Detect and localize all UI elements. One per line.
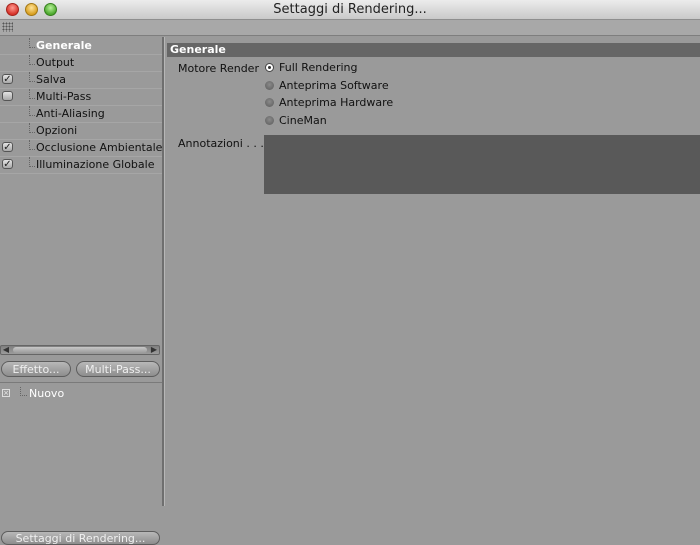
tree-item-salva[interactable]: ✓ Salva xyxy=(0,72,162,89)
tree-item-label: Output xyxy=(36,56,75,69)
tree-branch-line xyxy=(29,157,35,167)
radio-label: Full Rendering xyxy=(279,61,358,74)
tree-item-label: Multi-Pass xyxy=(36,90,92,103)
title-bar: Settaggi di Rendering... xyxy=(0,0,700,20)
multi-pass-button[interactable]: Multi-Pass... xyxy=(76,361,160,377)
tree-item-label: Illuminazione Globale xyxy=(36,158,155,171)
check-icon[interactable]: ✓ xyxy=(2,74,13,85)
checkbox-icon[interactable] xyxy=(2,91,13,101)
tree-branch-line xyxy=(29,106,35,116)
tree-branch-line xyxy=(29,72,35,82)
toolbar-strip xyxy=(0,20,700,36)
effetto-button[interactable]: Effetto... xyxy=(1,361,71,377)
tree-item-occlusione-ambientale[interactable]: ✓ Occlusione Ambientale xyxy=(0,140,162,157)
divider xyxy=(0,382,162,383)
list-item-nuovo[interactable]: × Nuovo xyxy=(0,387,162,401)
list-item-label: Nuovo xyxy=(29,387,65,400)
render-settings-button[interactable]: Settaggi di Rendering... xyxy=(1,531,160,545)
notes-label: Annotazioni . . . . xyxy=(178,137,271,150)
tree-branch-line xyxy=(29,89,35,99)
notes-textarea[interactable] xyxy=(264,135,700,194)
settings-sidebar: Generale Output ✓ Salva Multi-Pass Anti-… xyxy=(0,37,162,545)
tree-item-label: Generale xyxy=(36,39,92,52)
tree-item-illuminazione-globale[interactable]: ✓ Illuminazione Globale xyxy=(0,157,162,174)
tree-item-label: Salva xyxy=(36,73,67,86)
expand-icon[interactable]: × xyxy=(2,389,10,397)
tree-branch-line xyxy=(29,123,35,133)
horizontal-scrollbar[interactable]: ◀ ▶ xyxy=(0,345,160,355)
tree-item-label: Anti-Aliasing xyxy=(36,107,105,120)
radio-icon[interactable] xyxy=(265,116,274,125)
tree-item-label: Opzioni xyxy=(36,124,78,137)
tree-branch-line xyxy=(20,387,27,396)
radio-icon[interactable] xyxy=(265,98,274,107)
radio-label: CineMan xyxy=(279,114,327,127)
render-engine-label: Motore Render xyxy=(178,62,259,75)
tree-branch-line xyxy=(29,55,35,65)
tree-item-label: Occlusione Ambientale xyxy=(36,141,163,154)
tree-item-anti-aliasing[interactable]: Anti-Aliasing xyxy=(0,106,162,123)
radio-icon[interactable] xyxy=(265,81,274,90)
tree-branch-line xyxy=(29,140,35,150)
main-panel: Generale Motore Render Full Rendering An… xyxy=(165,37,700,506)
grip-icon[interactable] xyxy=(2,22,13,32)
check-icon[interactable]: ✓ xyxy=(2,159,13,170)
section-title: Generale xyxy=(167,43,700,57)
scroll-right-icon[interactable]: ▶ xyxy=(149,346,159,354)
radio-selected-icon[interactable] xyxy=(265,63,274,72)
window-title: Settaggi di Rendering... xyxy=(273,2,427,17)
settings-tree: Generale Output ✓ Salva Multi-Pass Anti-… xyxy=(0,38,162,174)
scroll-left-icon[interactable]: ◀ xyxy=(1,346,11,354)
check-icon[interactable]: ✓ xyxy=(2,142,13,153)
tree-branch-line xyxy=(29,38,35,48)
tree-item-output[interactable]: Output xyxy=(0,55,162,72)
tree-item-generale[interactable]: Generale xyxy=(0,38,162,55)
tree-item-opzioni[interactable]: Opzioni xyxy=(0,123,162,140)
radio-label: Anteprima Hardware xyxy=(279,96,394,109)
scroll-thumb[interactable] xyxy=(13,347,147,353)
radio-label: Anteprima Software xyxy=(279,79,389,92)
tree-item-multi-pass[interactable]: Multi-Pass xyxy=(0,89,162,106)
